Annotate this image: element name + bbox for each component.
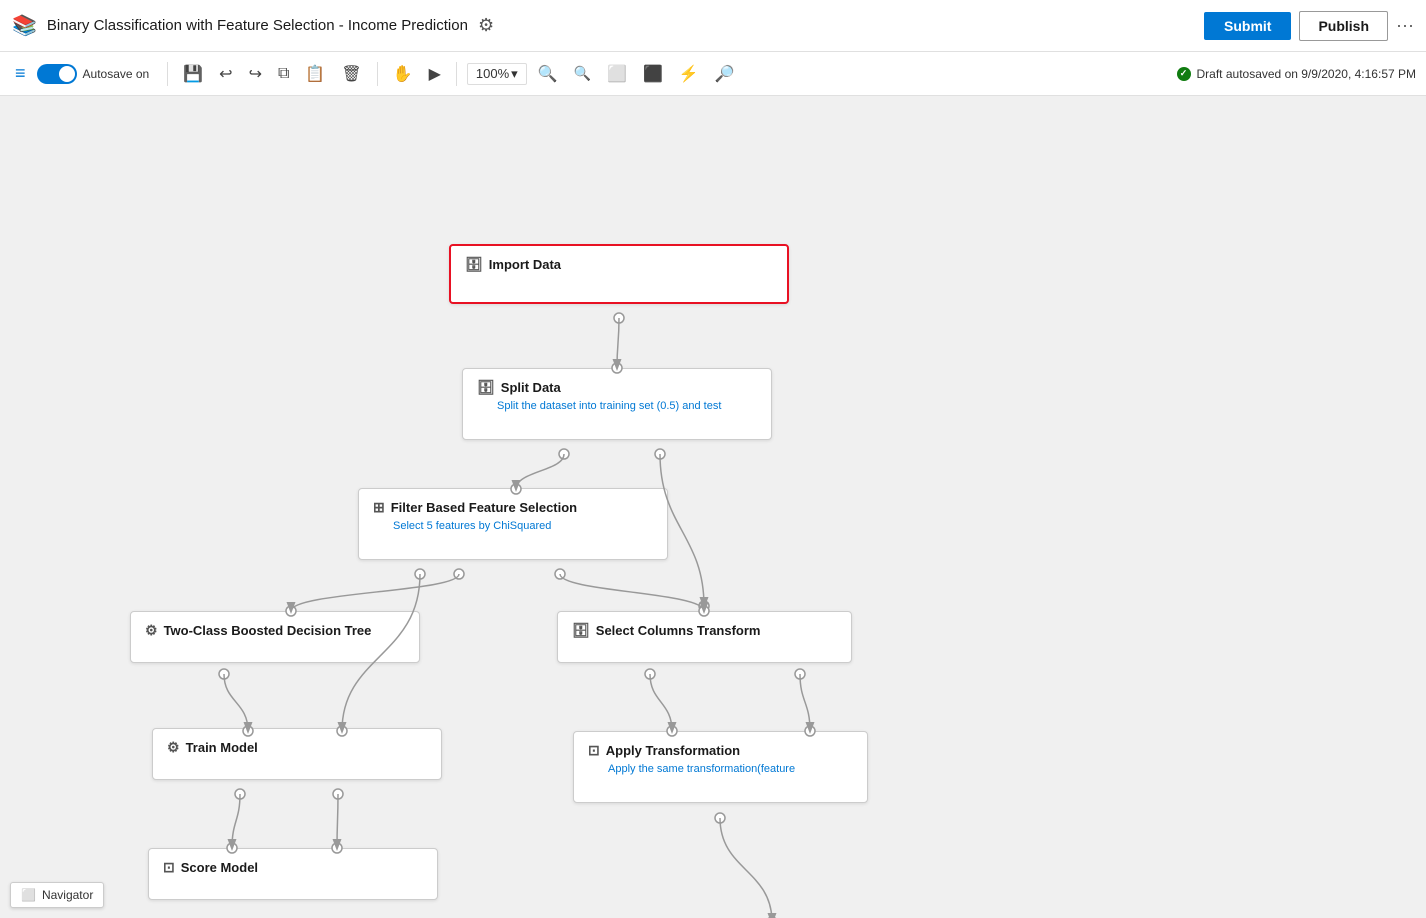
minimap-button[interactable]: ⬛ — [638, 60, 668, 88]
header-right: Submit Publish ··· — [1204, 11, 1414, 41]
page-title: Binary Classification with Feature Selec… — [47, 17, 468, 34]
score-model-title: ⊡ Score Model — [163, 859, 423, 876]
apply-transformation-icon: ⊡ — [588, 742, 600, 759]
split-data-title: 🗄 Split Data — [477, 379, 757, 396]
save-button[interactable]: 💾 — [178, 60, 208, 88]
toolbar: ≡ Autosave on 💾 ↩ ↪ ⧉ 📋 🗑 ✋ ▶ 100% ▾ 🔍 🔍… — [0, 52, 1426, 96]
import-data-icon: 🗄 — [465, 256, 483, 273]
train-model-icon: ⚙ — [167, 739, 180, 756]
toolbar-separator-1 — [167, 62, 168, 86]
toolbar-separator-2 — [377, 62, 378, 86]
lightning-button[interactable]: ⚡ — [674, 60, 704, 88]
more-options-icon[interactable]: ··· — [1396, 15, 1414, 36]
apply-transformation-title: ⊡ Apply Transformation — [588, 742, 853, 759]
publish-button[interactable]: Publish — [1299, 11, 1388, 41]
score-model-node[interactable]: ⊡ Score Model — [148, 848, 438, 900]
split-data-node[interactable]: 🗄 Split Data Split the dataset into trai… — [462, 368, 772, 440]
navigator-icon: ⬜ — [21, 888, 36, 902]
run-button[interactable]: ▶ — [424, 60, 446, 88]
header-left: 📚 Binary Classification with Feature Sel… — [12, 13, 494, 38]
train-model-title: ⚙ Train Model — [167, 739, 427, 756]
zoom-control[interactable]: 100% ▾ — [467, 63, 527, 85]
redo-button[interactable]: ↪ — [244, 60, 267, 88]
pipeline-canvas[interactable]: 🗄 Import Data 🗄 Split Data Split the dat… — [0, 96, 1426, 918]
apply-transformation-subtitle: Apply the same transformation(feature — [588, 763, 853, 775]
navigator-label: Navigator — [42, 888, 93, 902]
search-button[interactable]: 🔎 — [710, 60, 740, 88]
zoom-out-button[interactable]: 🔍 — [569, 61, 596, 86]
zoom-value: 100% — [476, 66, 509, 81]
autosave-switch[interactable] — [37, 64, 77, 84]
paste-button[interactable]: 📋 — [300, 60, 330, 88]
score-model-icon: ⊡ — [163, 859, 175, 876]
sidebar-toggle-button[interactable]: ≡ — [10, 59, 31, 88]
settings-icon[interactable]: ⚙ — [478, 15, 494, 36]
import-data-title: 🗄 Import Data — [465, 256, 773, 273]
train-model-node[interactable]: ⚙ Train Model — [152, 728, 442, 780]
undo-button[interactable]: ↩ — [214, 60, 237, 88]
autosave-dot — [1177, 67, 1191, 81]
two-class-title: ⚙ Two-Class Boosted Decision Tree — [145, 622, 405, 639]
filter-feature-title: ⊞ Filter Based Feature Selection — [373, 499, 653, 516]
split-data-icon: 🗄 — [477, 379, 495, 396]
two-class-icon: ⚙ — [145, 622, 158, 639]
select-columns-transform-title: 🗄 Select Columns Transform — [572, 622, 837, 639]
select-columns-transform-icon: 🗄 — [572, 622, 590, 639]
autosave-status: Draft autosaved on 9/9/2020, 4:16:57 PM — [1177, 67, 1416, 81]
import-data-node[interactable]: 🗄 Import Data — [449, 244, 789, 304]
autosave-toggle: Autosave on — [37, 64, 150, 84]
filter-feature-subtitle: Select 5 features by ChiSquared — [373, 520, 653, 532]
navigator-button[interactable]: ⬜ Navigator — [10, 882, 104, 908]
apply-transformation-node[interactable]: ⊡ Apply Transformation Apply the same tr… — [573, 731, 868, 803]
library-icon: 📚 — [12, 13, 37, 38]
toolbar-separator-3 — [456, 62, 457, 86]
filter-feature-icon: ⊞ — [373, 499, 385, 516]
split-data-subtitle: Split the dataset into training set (0.5… — [477, 400, 757, 412]
filter-feature-selection-node[interactable]: ⊞ Filter Based Feature Selection Select … — [358, 488, 668, 560]
autosave-label: Autosave on — [83, 67, 150, 81]
header: 📚 Binary Classification with Feature Sel… — [0, 0, 1426, 52]
submit-button[interactable]: Submit — [1204, 12, 1291, 40]
fit-view-button[interactable]: ⬜ — [602, 60, 632, 88]
autosave-text: Draft autosaved on 9/9/2020, 4:16:57 PM — [1197, 67, 1416, 81]
copy-button[interactable]: ⧉ — [273, 61, 294, 87]
zoom-chevron: ▾ — [511, 66, 518, 82]
zoom-in-button[interactable]: 🔍 — [533, 60, 563, 88]
select-columns-transform-node[interactable]: 🗄 Select Columns Transform — [557, 611, 852, 663]
two-class-boosted-node[interactable]: ⚙ Two-Class Boosted Decision Tree — [130, 611, 420, 663]
pan-button[interactable]: ✋ — [388, 60, 418, 88]
delete-button[interactable]: 🗑 — [336, 60, 366, 88]
